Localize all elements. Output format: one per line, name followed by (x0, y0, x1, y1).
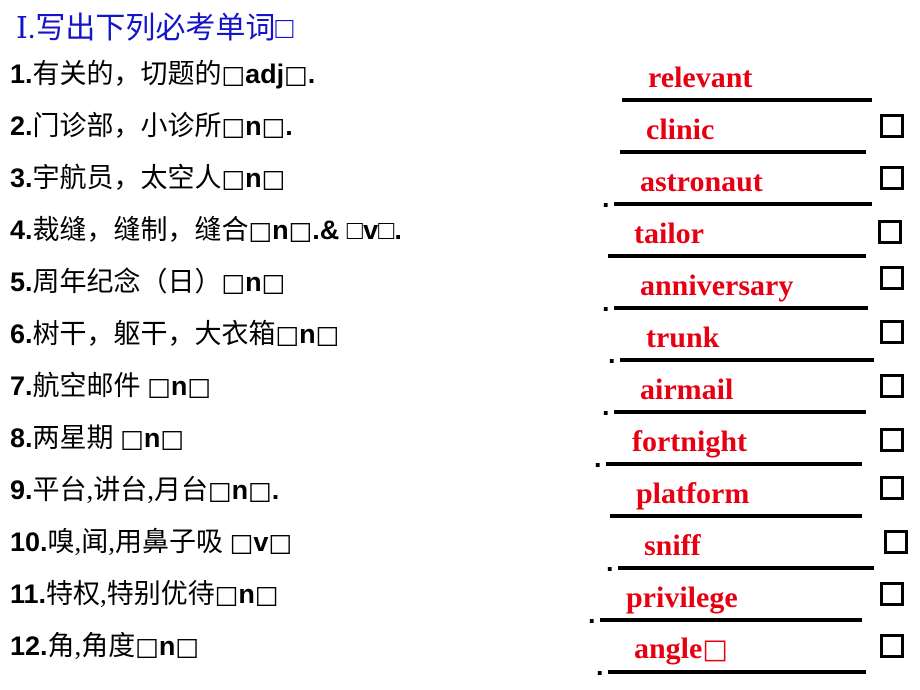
checkbox[interactable] (880, 166, 904, 190)
leading-period: . (608, 339, 616, 369)
leading-period: . (602, 287, 610, 317)
answer-word: anniversary (640, 269, 794, 302)
answer-blank-group: . fortnight (0, 414, 920, 473)
answer-blank-line[interactable]: clinic (620, 106, 866, 154)
answer-blank-group: . sniff (0, 518, 920, 577)
vocabulary-row: 6.树干，躯干，大衣箱□n□. trunk (0, 310, 920, 369)
leading-period: . (588, 599, 596, 629)
answer-blank-group: platform (0, 466, 920, 518)
checkbox[interactable] (880, 320, 904, 344)
answer-blank-line[interactable]: sniff (618, 522, 874, 570)
vocabulary-row: 1.有关的，切题的□adj□. relevant (0, 50, 920, 102)
page-title: Ⅰ.写出下列必考单词□ (16, 12, 294, 45)
answer-word: clinic (646, 113, 715, 146)
checkbox[interactable] (880, 476, 904, 500)
answer-blank-line[interactable]: privilege (600, 574, 862, 622)
answer-word: privilege (626, 581, 738, 614)
vocabulary-row: 12.角,角度□n□. angle□ (0, 622, 920, 681)
answer-blank-line[interactable]: tailor (608, 210, 866, 258)
answer-word: tailor (634, 217, 704, 250)
answer-box-glyph-icon: □ (702, 634, 728, 665)
vocabulary-list: 1.有关的，切题的□adj□. relevant 2.门诊部，小诊所□n□. clin… (0, 50, 920, 690)
vocabulary-row: 7.航空邮件 □n□. airmail (0, 362, 920, 421)
answer-word: airmail (640, 373, 734, 406)
leading-period: . (606, 547, 614, 577)
checkbox[interactable] (880, 582, 904, 606)
answer-blank-line[interactable]: astronaut (614, 158, 872, 206)
checkbox[interactable] (880, 266, 904, 290)
answer-blank-group: . privilege (0, 570, 920, 629)
leading-period: . (602, 391, 610, 421)
answer-blank-line[interactable]: relevant (622, 54, 872, 102)
answer-blank-line[interactable]: fortnight (606, 418, 862, 466)
leading-period: . (596, 651, 604, 681)
answer-blank-group: . airmail (0, 362, 920, 421)
answer-blank-group: . anniversary (0, 258, 920, 317)
answer-word: fortnight (632, 425, 747, 458)
answer-blank-group: clinic (0, 102, 920, 154)
answer-blank-line[interactable]: angle□ (608, 626, 866, 674)
checkbox[interactable] (878, 220, 902, 244)
answer-word: relevant (648, 61, 753, 94)
vocabulary-row: 2.门诊部，小诊所□n□. clinic (0, 102, 920, 154)
checkbox[interactable] (884, 530, 908, 554)
answer-blank-group: . astronaut (0, 154, 920, 213)
answer-blank-group: . angle□ (0, 622, 920, 681)
answer-blank-group: relevant (0, 50, 920, 102)
answer-word: trunk (646, 321, 720, 354)
vocabulary-row: 10.嗅,闻,用鼻子吸 □v□. sniff (0, 518, 920, 577)
leading-period: . (602, 183, 610, 213)
answer-blank-line[interactable]: airmail (614, 366, 866, 414)
leading-period: . (594, 443, 602, 473)
vocabulary-row: 8.两星期 □n□. fortnight (0, 414, 920, 473)
vocabulary-row: 4.裁缝，缝制，缝合□n□.& □v□. tailor (0, 206, 920, 258)
answer-word: platform (636, 477, 750, 510)
checkbox[interactable] (880, 114, 904, 138)
answer-blank-group: tailor (0, 206, 920, 258)
answer-blank-line[interactable]: platform (610, 470, 862, 518)
vocabulary-row: 9.平台,讲台,月台□n□. platform (0, 466, 920, 518)
vocabulary-row: 5.周年纪念（日）□n□. anniversary (0, 258, 920, 317)
answer-word: astronaut (640, 165, 763, 198)
vocabulary-row: 3.宇航员，太空人□n□. astronaut (0, 154, 920, 213)
checkbox[interactable] (880, 634, 904, 658)
answer-blank-line[interactable]: trunk (620, 314, 874, 362)
vocabulary-row: 11.特权,特别优待□n□. privilege (0, 570, 920, 629)
checkbox[interactable] (880, 428, 904, 452)
answer-word: angle□ (634, 632, 728, 666)
answer-blank-line[interactable]: anniversary (614, 262, 868, 310)
answer-blank-group: . trunk (0, 310, 920, 369)
answer-word: sniff (644, 529, 701, 562)
checkbox[interactable] (880, 374, 904, 398)
